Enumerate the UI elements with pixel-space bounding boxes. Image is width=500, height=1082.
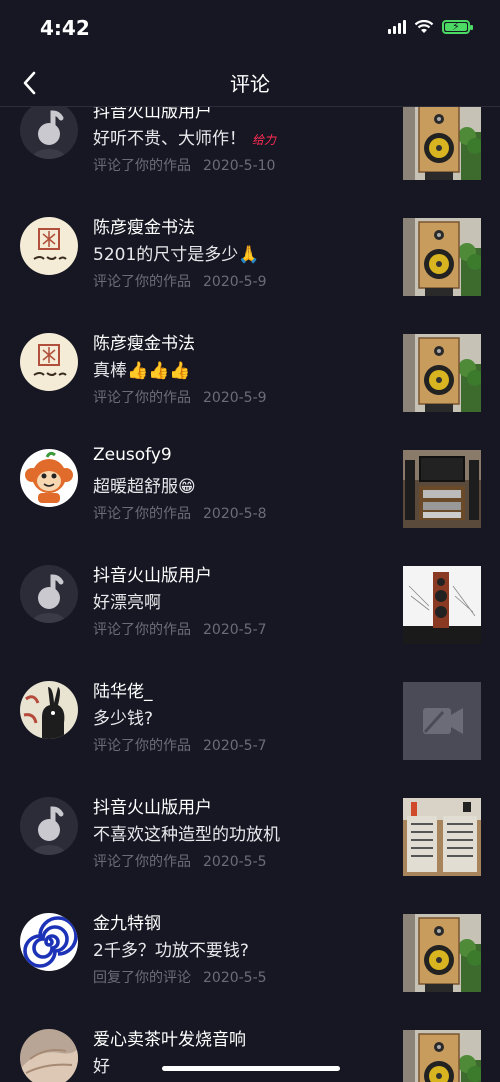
comment-meta: 回复了你的评论 2020-5-5	[93, 967, 267, 987]
timestamp: 2020-5-7	[203, 738, 267, 754]
timestamp: 2020-5-7	[203, 622, 267, 638]
video-thumbnail[interactable]	[403, 566, 481, 644]
comment-meta: 评论了你的作品 2020-5-5	[93, 851, 267, 871]
comment-meta: 评论了你的作品 2020-5-9	[93, 387, 267, 407]
comment-body: 5201的尺寸是多少🙏	[93, 245, 260, 265]
comment-text: 多少钱?	[93, 704, 153, 729]
action-text: 评论了你的作品	[93, 390, 191, 406]
user-name[interactable]: 抖音火山版用户	[93, 793, 212, 818]
home-indicator	[162, 1066, 340, 1071]
comment-body: 2千多？功放不要钱?	[93, 941, 249, 961]
action-text: 评论了你的作品	[93, 158, 191, 174]
video-thumbnail[interactable]	[403, 798, 481, 876]
notification-list[interactable]: 抖音火山版用户 好听不贵、大师作！ 给力 评论了你的作品 2020-5-10 陈彦瘦金书法…	[0, 107, 500, 1082]
timestamp: 2020-5-5	[203, 854, 267, 870]
comment-meta: 评论了你的作品 2020-5-8	[93, 503, 267, 523]
user-name[interactable]: 陆华佬_	[93, 677, 153, 702]
list-item[interactable]: 抖音火山版用户好听不贵、大师作！ 给力评论了你的作品 2020-5-10	[0, 107, 500, 199]
comment-body: 好漂亮啊	[93, 593, 161, 613]
user-name[interactable]: 爱心卖茶叶发烧音响	[93, 1025, 246, 1050]
page-title: 评论	[230, 72, 270, 96]
comment-meta: 评论了你的作品 2020-5-10	[93, 155, 275, 175]
action-text: 评论了你的作品	[93, 274, 191, 290]
avatar[interactable]	[20, 333, 78, 391]
comment-badge: 给力	[252, 133, 277, 147]
battery-charging-icon: ⚡	[442, 20, 473, 34]
user-name[interactable]: 抖音火山版用户	[93, 107, 212, 122]
user-name[interactable]: 抖音火山版用户	[93, 561, 212, 586]
avatar[interactable]	[20, 1029, 78, 1082]
comment-meta: 评论了你的作品 2020-5-9	[93, 271, 267, 291]
timestamp: 2020-5-9	[203, 274, 267, 290]
avatar[interactable]	[20, 797, 78, 855]
list-item[interactable]: 抖音火山版用户好漂亮啊评论了你的作品 2020-5-7	[0, 547, 500, 663]
comment-text: 好漂亮啊	[93, 588, 161, 613]
comment-meta: 评论了你的作品 2020-5-7	[93, 735, 267, 755]
avatar[interactable]	[20, 565, 78, 623]
action-text: 评论了你的作品	[93, 506, 191, 522]
user-name[interactable]: 金九特钢	[93, 909, 161, 934]
list-item[interactable]: Zeusofy9 超暖超舒服😁 评论了你的作品 2020-5-8	[0, 431, 500, 547]
video-thumbnail[interactable]	[403, 218, 481, 296]
video-thumbnail[interactable]	[403, 334, 481, 412]
user-name[interactable]: Zeusofy9	[93, 445, 172, 465]
timestamp: 2020-5-5	[203, 970, 267, 986]
comment-body: 不喜欢这种造型的功放机	[93, 825, 280, 845]
video-thumbnail[interactable]	[403, 914, 481, 992]
comment-meta: 评论了你的作品 2020-5-7	[93, 619, 267, 639]
video-thumbnail[interactable]	[403, 1030, 481, 1082]
comment-text: 2千多？功放不要钱?	[93, 936, 249, 961]
status-time: 4:42	[40, 16, 90, 40]
comment-body: 好听不贵、大师作！	[93, 129, 246, 149]
timestamp: 2020-5-9	[203, 390, 267, 406]
list-item[interactable]: 陈彦瘦金书法 5201的尺寸是多少🙏 评论了你的作品 2020-5-9	[0, 199, 500, 315]
avatar[interactable]	[20, 107, 78, 159]
timestamp: 2020-5-10	[203, 158, 276, 174]
signal-icon	[388, 20, 406, 34]
list-item[interactable]: 爱心卖茶叶发烧音响好	[0, 1011, 500, 1082]
video-thumbnail[interactable]	[403, 107, 481, 180]
action-text: 评论了你的作品	[93, 622, 191, 638]
comment-text: 好	[93, 1052, 110, 1077]
comment-text: 好听不贵、大师作！ 给力	[93, 124, 276, 149]
action-text: 评论了你的作品	[93, 738, 191, 754]
action-text: 评论了你的作品	[93, 854, 191, 870]
avatar[interactable]	[20, 913, 78, 971]
avatar[interactable]	[20, 449, 78, 507]
status-bar: 4:42 ⚡	[0, 0, 500, 60]
nav-bar: 评论	[0, 60, 500, 107]
video-thumbnail[interactable]	[403, 450, 481, 528]
user-name[interactable]: 陈彦瘦金书法	[93, 213, 195, 238]
avatar[interactable]	[20, 681, 78, 739]
comment-text: 超暖超舒服😁	[93, 472, 196, 497]
comment-body: 超暖超舒服😁	[93, 477, 196, 497]
comment-text: 真棒👍👍👍	[93, 356, 191, 381]
action-text: 回复了你的评论	[93, 970, 191, 986]
list-item[interactable]: 抖音火山版用户不喜欢这种造型的功放机评论了你的作品 2020-5-5	[0, 779, 500, 895]
avatar[interactable]	[20, 217, 78, 275]
list-item[interactable]: 陆华佬_ 多少钱? 评论了你的作品 2020-5-7	[0, 663, 500, 779]
user-name[interactable]: 陈彦瘦金书法	[93, 329, 195, 354]
comment-body: 真棒👍👍👍	[93, 361, 191, 381]
wifi-icon	[414, 20, 434, 33]
comment-text: 5201的尺寸是多少🙏	[93, 240, 259, 265]
video-placeholder-thumbnail[interactable]	[403, 682, 481, 760]
list-item[interactable]: 陈彦瘦金书法真棒👍👍👍 评论了你的作品 2020-5-9	[0, 315, 500, 431]
comment-body: 多少钱?	[93, 709, 154, 729]
list-item[interactable]: 金九特钢 2千多？功放不要钱? 回复了你的评论 2020-5-5	[0, 895, 500, 1011]
timestamp: 2020-5-8	[203, 506, 267, 522]
comment-text: 不喜欢这种造型的功放机	[93, 820, 280, 845]
comment-body: 好	[93, 1057, 110, 1077]
